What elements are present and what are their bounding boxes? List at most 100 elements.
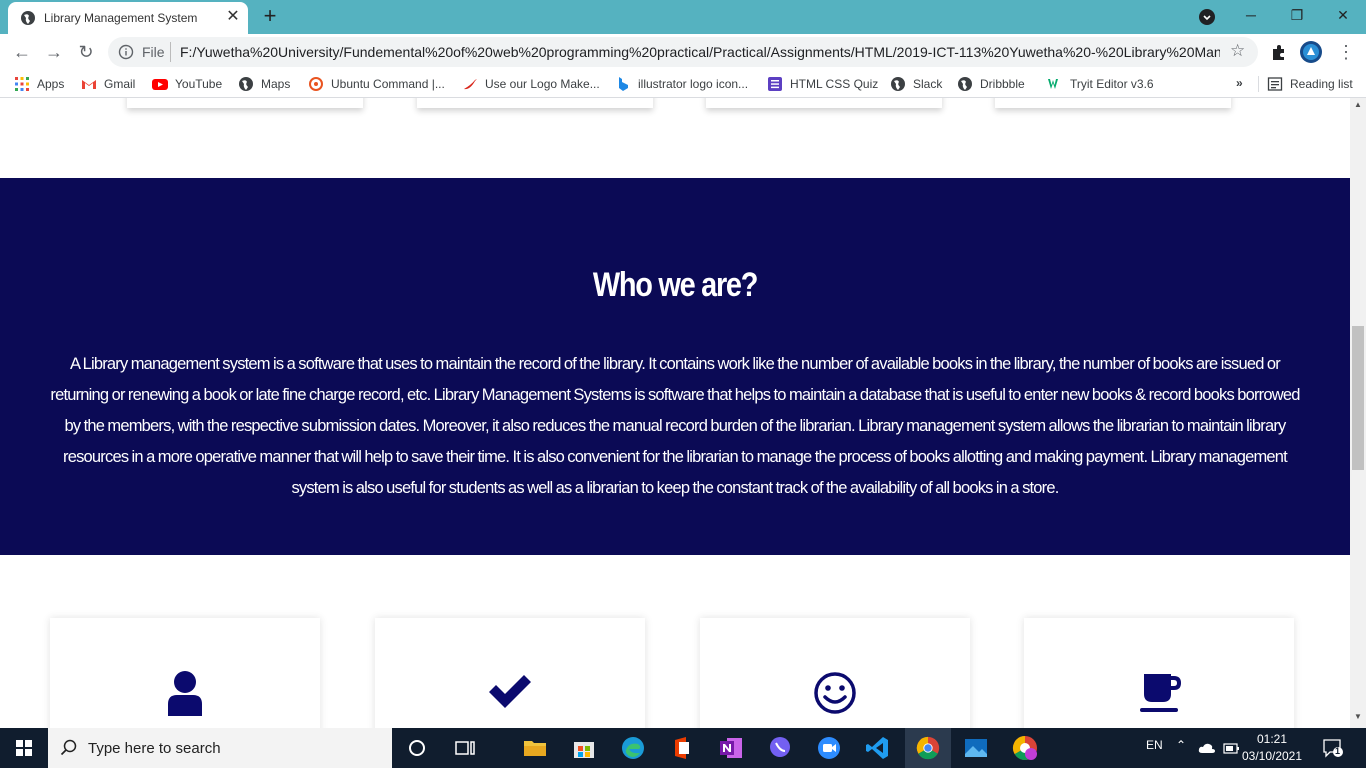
bookmark-label: Dribbble (980, 77, 1025, 91)
bookmark-dribbble[interactable]: Dribbble (957, 76, 1025, 92)
bookmark-youtube[interactable]: YouTube (152, 76, 222, 92)
feature-card-check (375, 618, 645, 728)
close-tab-icon[interactable]: ✕ (223, 7, 243, 27)
chrome-alt-icon[interactable] (1011, 734, 1039, 762)
bookmarks-overflow-button[interactable]: » (1236, 76, 1243, 90)
user-icon (168, 671, 202, 716)
system-clock[interactable]: 01:21 03/10/2021 (1238, 731, 1306, 765)
top-card (706, 98, 942, 108)
vscode-icon[interactable] (864, 734, 892, 762)
omnibox-divider (170, 42, 171, 62)
bookmark-apps[interactable]: Apps (14, 76, 64, 92)
office-icon[interactable] (668, 734, 696, 762)
globe-icon (21, 11, 35, 25)
feature-card-users (50, 618, 320, 728)
forward-arrow-icon[interactable]: → (42, 40, 66, 64)
quiz-icon (768, 77, 782, 91)
restore-button[interactable]: ❐ (1274, 4, 1320, 28)
bookmark-label: illustrator logo icon... (638, 77, 749, 91)
search-icon (60, 739, 77, 756)
bookmark-label: Maps (261, 77, 291, 91)
bookmark-gmail[interactable]: Gmail (81, 76, 135, 92)
zoom-icon[interactable] (815, 734, 843, 762)
clock-date: 03/10/2021 (1241, 749, 1303, 763)
bookmarks-bar: Apps Gmail YouTube Maps Ubuntu Command |… (0, 70, 1366, 98)
close-window-button[interactable]: ✕ (1320, 4, 1366, 28)
viber-icon[interactable] (766, 734, 794, 762)
bookmark-label: Use our Logo Make... (485, 77, 600, 91)
notification-center-button[interactable]: 1 (1322, 738, 1344, 758)
scroll-thumb[interactable] (1352, 326, 1364, 470)
apps-grid-icon (15, 77, 29, 91)
check-icon (489, 675, 531, 708)
show-hidden-icons-icon[interactable]: ⌃ (1176, 738, 1186, 752)
bookmark-maps[interactable]: Maps (238, 76, 290, 92)
bing-icon (619, 77, 628, 91)
bookmark-label: Gmail (104, 77, 136, 91)
page-viewport: Who we are? A Library management system … (0, 98, 1350, 728)
search-placeholder: Type here to search (88, 740, 221, 757)
bookmark-label: YouTube (175, 77, 223, 91)
scroll-down-arrow-icon[interactable]: ▼ (1354, 712, 1362, 721)
cloud-icon[interactable] (1198, 741, 1216, 755)
section-description: A Library management system is a softwar… (50, 355, 1300, 497)
url-text[interactable]: F:/Yuwetha%20University/Fundemental%20of… (180, 44, 1220, 60)
top-card (417, 98, 653, 108)
scroll-up-arrow-icon[interactable]: ▲ (1354, 100, 1362, 109)
start-button[interactable] (0, 728, 48, 768)
browser-tab-bar: Library Management System ✕ + ─ ❐ ✕ (0, 0, 1366, 34)
reading-list-button[interactable]: Reading list (1258, 76, 1353, 92)
bookmark-slack[interactable]: Slack (890, 76, 942, 92)
onenote-icon[interactable] (717, 734, 745, 762)
extensions-puzzle-icon[interactable] (1268, 41, 1290, 63)
bookmark-star-icon[interactable]: ☆ (1230, 41, 1245, 61)
edge-icon[interactable] (619, 734, 647, 762)
reading-list-label: Reading list (1290, 77, 1353, 91)
file-explorer-icon[interactable] (521, 734, 549, 762)
coffee-cup-icon (1140, 674, 1181, 712)
windows-taskbar: Type here to search EN ⌃ 01:21 03/10/202… (0, 728, 1366, 768)
globe-icon (239, 77, 253, 91)
tab-search-icon[interactable] (1199, 9, 1215, 25)
chrome-active-taskbar-item[interactable] (905, 728, 951, 768)
reload-icon[interactable]: ↻ (74, 40, 98, 64)
bookmark-tryit-editor[interactable]: Tryit Editor v3.6 (1047, 76, 1154, 92)
smile-icon (814, 672, 856, 714)
youtube-icon (152, 79, 168, 90)
clock-time: 01:21 (1256, 732, 1288, 746)
top-card (995, 98, 1231, 108)
profile-avatar-icon[interactable] (1300, 41, 1322, 63)
feature-card-smile (700, 618, 970, 728)
gmail-icon (82, 80, 96, 89)
page-scrollbar[interactable]: ▲ ▼ (1350, 98, 1366, 728)
reading-list-icon (1267, 77, 1283, 91)
task-view-icon[interactable] (451, 734, 479, 762)
cortana-icon[interactable] (403, 734, 431, 762)
notification-icon (1323, 739, 1343, 758)
tab-title: Library Management System (44, 11, 198, 25)
minimize-button[interactable]: ─ (1228, 4, 1274, 28)
browser-menu-icon[interactable]: ⋮ (1334, 40, 1358, 64)
taskbar-search[interactable]: Type here to search (48, 728, 392, 768)
bookmark-ubuntu[interactable]: Ubuntu Command |... (308, 76, 445, 92)
chrome-icon (916, 736, 940, 760)
bookmark-label: Apps (37, 77, 65, 91)
back-arrow-icon[interactable]: ← (10, 40, 34, 64)
who-we-are-section: Who we are? A Library management system … (0, 178, 1350, 555)
bookmark-html-quiz[interactable]: HTML CSS Quiz (767, 76, 878, 92)
section-heading: Who we are? (592, 266, 758, 304)
address-bar[interactable]: File F:/Yuwetha%20University/Fundemental… (108, 37, 1258, 67)
new-tab-button[interactable]: + (258, 5, 282, 29)
bookmark-logo-maker[interactable]: Use our Logo Make... (462, 76, 600, 92)
bookmark-label: Slack (913, 77, 943, 91)
bookmark-label: HTML CSS Quiz (790, 77, 879, 91)
browser-toolbar: ← → ↻ File F:/Yuwetha%20University/Funde… (0, 34, 1366, 70)
feature-card-coffee (1024, 618, 1294, 728)
tab-library-management[interactable]: Library Management System ✕ (8, 2, 248, 34)
photos-icon[interactable] (962, 734, 990, 762)
language-indicator[interactable]: EN (1146, 738, 1163, 752)
bookmark-illustrator[interactable]: illustrator logo icon... (615, 76, 748, 92)
store-icon[interactable] (570, 734, 598, 762)
scheme-label: File (142, 44, 165, 60)
info-icon[interactable] (118, 44, 134, 60)
